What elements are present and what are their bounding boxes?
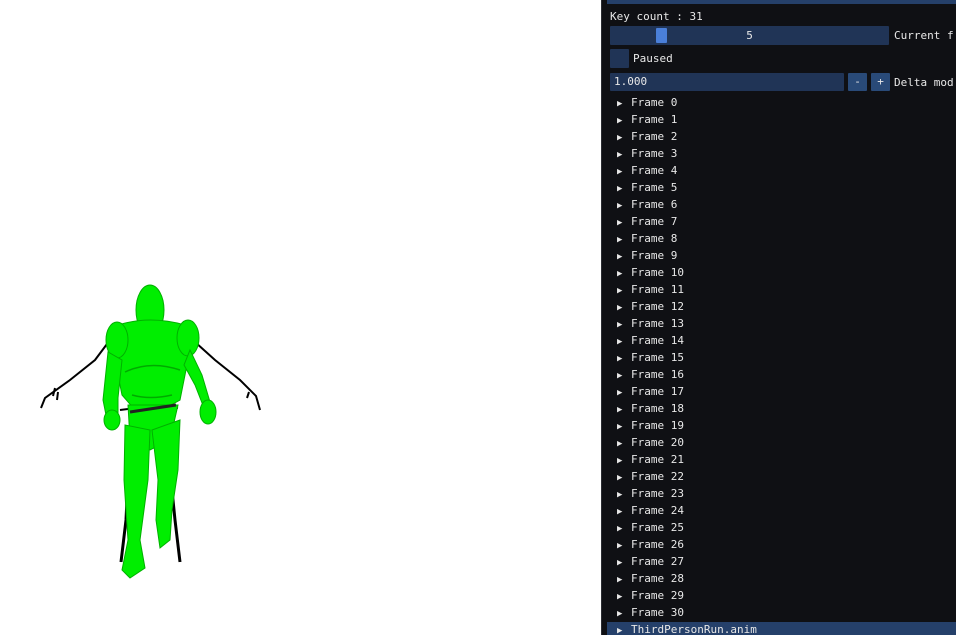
frame-label: Frame 10 [631,266,684,279]
frame-label: Frame 17 [631,385,684,398]
frame-label: Frame 0 [631,96,678,109]
frame-label: Frame 16 [631,368,684,381]
anim-file-label: ThirdPersonRun.anim [631,623,757,635]
frame-label: Frame 9 [631,249,678,262]
frame-label: Frame 11 [631,283,684,296]
frame-tree-item[interactable]: ▶ Frame 13 [617,315,684,332]
frame-label: Frame 6 [631,198,678,211]
frame-tree-item[interactable]: ▶ Frame 19 [617,417,684,434]
frame-label: Frame 29 [631,589,684,602]
frame-tree-item[interactable]: ▶ Frame 8 [617,230,677,247]
frame-label: Frame 4 [631,164,678,177]
key-count-label: Key count : 31 [610,10,703,23]
frame-label: Frame 20 [631,436,684,449]
frame-tree-item[interactable]: ▶ Frame 29 [617,587,684,604]
character-model [40,284,261,579]
expand-arrow-icon: ▶ [617,626,623,635]
frame-tree-item[interactable]: ▶ Frame 26 [617,536,684,553]
frame-label: Frame 27 [631,555,684,568]
current-frame-label: Current f [894,29,954,42]
anim-file-node[interactable]: ▶ ThirdPersonRun.anim [607,622,956,635]
frame-tree-item[interactable]: ▶ Frame 1 [617,111,677,128]
frame-tree-item[interactable]: ▶ Frame 21 [617,451,684,468]
frame-label: Frame 22 [631,470,684,483]
frame-tree-item[interactable]: ▶ Frame 14 [617,332,684,349]
frame-tree-item[interactable]: ▶ Frame 9 [617,247,677,264]
delta-input[interactable]: 1.000 [610,73,844,91]
frame-label: Frame 28 [631,572,684,585]
frame-label: Frame 8 [631,232,678,245]
frame-tree-item[interactable]: ▶ Frame 17 [617,383,684,400]
frame-tree-item[interactable]: ▶ Frame 5 [617,179,677,196]
frame-label: Frame 18 [631,402,684,415]
animation-panel: Key count : 31 5 Current f Paused 1.000 … [601,0,956,635]
frame-tree-item[interactable]: ▶ Frame 20 [617,434,684,451]
frame-label: Frame 24 [631,504,684,517]
frame-label: Frame 21 [631,453,684,466]
frame-tree-item[interactable]: ▶ Frame 23 [617,485,684,502]
frame-tree-item[interactable]: ▶ Frame 27 [617,553,684,570]
frame-tree-item[interactable]: ▶ Frame 25 [617,519,684,536]
frame-label: Frame 26 [631,538,684,551]
frame-label: Frame 25 [631,521,684,534]
frame-label: Frame 12 [631,300,684,313]
expand-arrow-icon: ▶ [617,609,623,619]
frame-label: Frame 19 [631,419,684,432]
frame-label: Frame 23 [631,487,684,500]
slider-value: 5 [746,29,753,42]
frame-label: Frame 2 [631,130,678,143]
green-body [102,284,217,579]
frame-label: Frame 14 [631,334,684,347]
frame-tree-item[interactable]: ▶ Frame 3 [617,145,677,162]
frame-label: Frame 15 [631,351,684,364]
frame-tree-item[interactable]: ▶ Frame 16 [617,366,684,383]
frame-tree-item[interactable]: ▶ Frame 2 [617,128,677,145]
frame-label: Frame 13 [631,317,684,330]
frame-tree-item[interactable]: ▶ Frame 7 [617,213,677,230]
frame-label: Frame 7 [631,215,678,228]
frame-tree-item[interactable]: ▶ Frame 12 [617,298,684,315]
frame-tree-item[interactable]: ▶ Frame 0 [617,94,677,111]
frame-tree-item[interactable]: ▶ Frame 28 [617,570,684,587]
frame-tree-item[interactable]: ▶ Frame 6 [617,196,677,213]
frame-tree-item[interactable]: ▶ Frame 10 [617,264,684,281]
delta-mode-label: Delta mod [894,76,954,89]
decrement-button[interactable]: - [848,73,867,91]
frame-label: Frame 5 [631,181,678,194]
frame-tree-item[interactable]: ▶ Frame 30 [617,604,684,621]
paused-checkbox[interactable] [610,49,629,68]
panel-header-bar [607,0,956,4]
frame-label: Frame 30 [631,606,684,619]
frame-tree-item[interactable]: ▶ Frame 22 [617,468,684,485]
current-frame-slider[interactable]: 5 [610,26,889,45]
frame-tree-item[interactable]: ▶ Frame 18 [617,400,684,417]
3d-viewport[interactable] [0,0,601,635]
paused-label: Paused [633,52,673,65]
frame-tree-item[interactable]: ▶ Frame 11 [617,281,684,298]
frame-tree-item[interactable]: ▶ Frame 24 [617,502,684,519]
frame-tree-item[interactable]: ▶ Frame 4 [617,162,677,179]
increment-button[interactable]: + [871,73,890,91]
frame-tree-item[interactable]: ▶ Frame 15 [617,349,684,366]
frame-label: Frame 3 [631,147,678,160]
frame-label: Frame 1 [631,113,678,126]
